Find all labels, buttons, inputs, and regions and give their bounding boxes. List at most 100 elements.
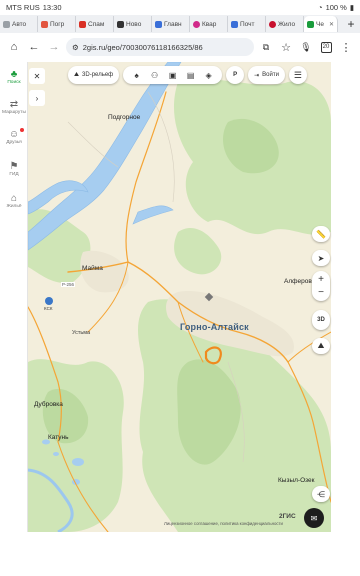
- favicon-icon: [231, 20, 238, 28]
- tab-label: Почт: [240, 20, 255, 28]
- three-d-button[interactable]: 3D: [312, 310, 330, 330]
- tab-strip: Авто Погр Спам Ново Главн Квар Почт Жило…: [0, 15, 360, 33]
- sidebar-item-label: Жильё: [6, 204, 22, 209]
- browser-tab[interactable]: Квар: [190, 16, 228, 32]
- tree-icon: ♣: [10, 68, 18, 80]
- hamburger-menu-button[interactable]: ☰: [288, 66, 307, 84]
- map-terrain: [28, 62, 331, 532]
- house-icon: ⌂: [10, 192, 18, 204]
- tab-label: Погр: [50, 20, 65, 28]
- login-icon: ⇥: [254, 72, 260, 79]
- friends-icon: ☺: [8, 128, 20, 140]
- legal-links[interactable]: Лицензионное соглашение, политика конфид…: [164, 521, 283, 526]
- tab-label: Ново: [126, 20, 142, 28]
- sidebar-item-routes[interactable]: ⇄ Маршруты: [0, 98, 28, 116]
- browser-tab[interactable]: Спам: [76, 16, 114, 32]
- sidebar-item-label: Маршруты: [2, 110, 26, 115]
- browser-tab-active[interactable]: Че ✕: [304, 16, 338, 32]
- favicon-icon: [155, 20, 162, 28]
- tab-switcher-button[interactable]: 20: [318, 39, 334, 55]
- battery-icon: ▮: [349, 2, 354, 12]
- bookmark-star-icon[interactable]: ☆: [278, 39, 294, 55]
- tree-layer-icon[interactable]: ♠: [130, 69, 143, 82]
- layer-buttons: ♠ ⚇ ▣ ▤ ◈: [123, 66, 223, 84]
- close-panel-button[interactable]: ✕: [29, 68, 45, 84]
- brand-logo: 2ГИС: [279, 513, 296, 520]
- three-d-label: 3D: [317, 317, 325, 323]
- layers-icon[interactable]: ◈: [202, 69, 215, 82]
- browser-tab[interactable]: Погр: [38, 16, 76, 32]
- parking-label: P: [233, 72, 238, 78]
- sidebar-item-label: Поиск: [7, 80, 21, 85]
- people-layer-icon[interactable]: ⚇: [148, 69, 161, 82]
- zoom-out-button[interactable]: −: [318, 286, 324, 299]
- city-label: Горно-Алтайск: [180, 322, 249, 332]
- browser-tab[interactable]: Авто: [0, 16, 38, 32]
- tab-label: Спам: [88, 20, 105, 28]
- favicon-icon: [307, 20, 314, 28]
- expand-panel-button[interactable]: ›: [29, 90, 45, 106]
- status-bar: MTS RUS 13:30 ◔ 100 % ▮: [0, 0, 360, 14]
- new-tab-button[interactable]: +: [342, 17, 360, 31]
- chat-button[interactable]: ✉: [304, 508, 324, 528]
- login-label: Войти: [262, 72, 279, 78]
- place-label: Алферово: [284, 278, 316, 285]
- relief-3d-toggle[interactable]: ⛰ 3D-рельеф: [68, 66, 120, 84]
- bus-layer-icon[interactable]: ▣: [166, 69, 179, 82]
- browser-menu-icon[interactable]: ⋮: [338, 39, 354, 55]
- ruler-button[interactable]: 📏: [312, 226, 330, 242]
- street-view-button[interactable]: ⛰: [312, 338, 330, 354]
- favicon-icon: [269, 20, 276, 28]
- flag-icon: ⚑: [9, 160, 19, 172]
- place-label: Майма: [82, 265, 103, 272]
- locate-me-button[interactable]: ➤: [312, 250, 330, 266]
- login-button[interactable]: ⇥ Войти: [248, 66, 285, 84]
- tab-label: Квар: [202, 20, 217, 28]
- forward-button[interactable]: →: [46, 39, 62, 55]
- share-button[interactable]: ⋲: [312, 486, 330, 502]
- sidebar-item-search[interactable]: ♣ Поиск: [0, 68, 28, 86]
- place-label: Дубровка: [34, 401, 63, 408]
- tab-label: Че: [316, 20, 324, 28]
- zoom-in-button[interactable]: +: [318, 273, 324, 286]
- tab-label: Жило: [278, 20, 296, 28]
- poi-marker-icon[interactable]: [45, 297, 53, 305]
- gmail-icon: [79, 20, 86, 28]
- address-bar: ⌂ ← → ⚙ 2gis.ru/geo/70030076118166325/86…: [0, 35, 360, 59]
- home-button[interactable]: ⌂: [6, 39, 22, 55]
- site-settings-icon[interactable]: ⚙: [72, 43, 79, 52]
- carrier: MTS RUS: [6, 2, 40, 12]
- poi-label: КСК: [44, 306, 53, 311]
- route-icon: ⇄: [9, 98, 19, 110]
- notification-dot: [20, 128, 24, 132]
- browser-tab[interactable]: Жило: [266, 16, 304, 32]
- close-tab-icon[interactable]: ✕: [329, 21, 334, 28]
- chat-icon: ✉: [310, 513, 318, 523]
- browser-tab[interactable]: Ново: [114, 16, 152, 32]
- favicon-icon: [41, 20, 48, 28]
- sidebar-item-label: ГИД: [9, 172, 19, 177]
- battery-text: 100 %: [325, 2, 347, 12]
- suitcase-icon[interactable]: ▤: [184, 69, 197, 82]
- browser-tab[interactable]: Главн: [152, 16, 190, 32]
- mountain-icon: ⛰: [74, 71, 80, 78]
- url-field[interactable]: ⚙ 2gis.ru/geo/70030076118166325/86: [66, 38, 254, 56]
- map-canvas[interactable]: Подгорное Майма Устьма Горно-Алтайск Алф…: [28, 62, 331, 532]
- sidebar-item-label: Друзья: [6, 140, 22, 145]
- wifi-icon: ◔: [318, 2, 323, 12]
- road-label: Р-256: [61, 282, 76, 287]
- place-label: Катунь: [48, 434, 69, 441]
- install-app-icon[interactable]: ⧉: [258, 39, 274, 55]
- sidebar-item-housing[interactable]: ⌂ Жильё: [0, 192, 28, 210]
- favicon-icon: [3, 20, 10, 28]
- back-button[interactable]: ←: [26, 39, 42, 55]
- parking-button[interactable]: P: [226, 66, 245, 84]
- screen: MTS RUS 13:30 ◔ 100 % ▮ Авто Погр Спам Н…: [0, 0, 360, 576]
- clock: 13:30: [42, 2, 62, 12]
- favicon-icon: [117, 20, 124, 28]
- sidebar-item-guide[interactable]: ⚑ ГИД: [0, 160, 28, 178]
- url-text: 2gis.ru/geo/70030076118166325/86: [82, 42, 203, 52]
- map-toolbar: ⛰ 3D-рельеф ♠ ⚇ ▣ ▤ ◈ P ⇥ Войти ☰: [68, 66, 307, 84]
- browser-tab[interactable]: Почт: [228, 16, 266, 32]
- microphone-icon[interactable]: 🎙: [298, 39, 314, 55]
